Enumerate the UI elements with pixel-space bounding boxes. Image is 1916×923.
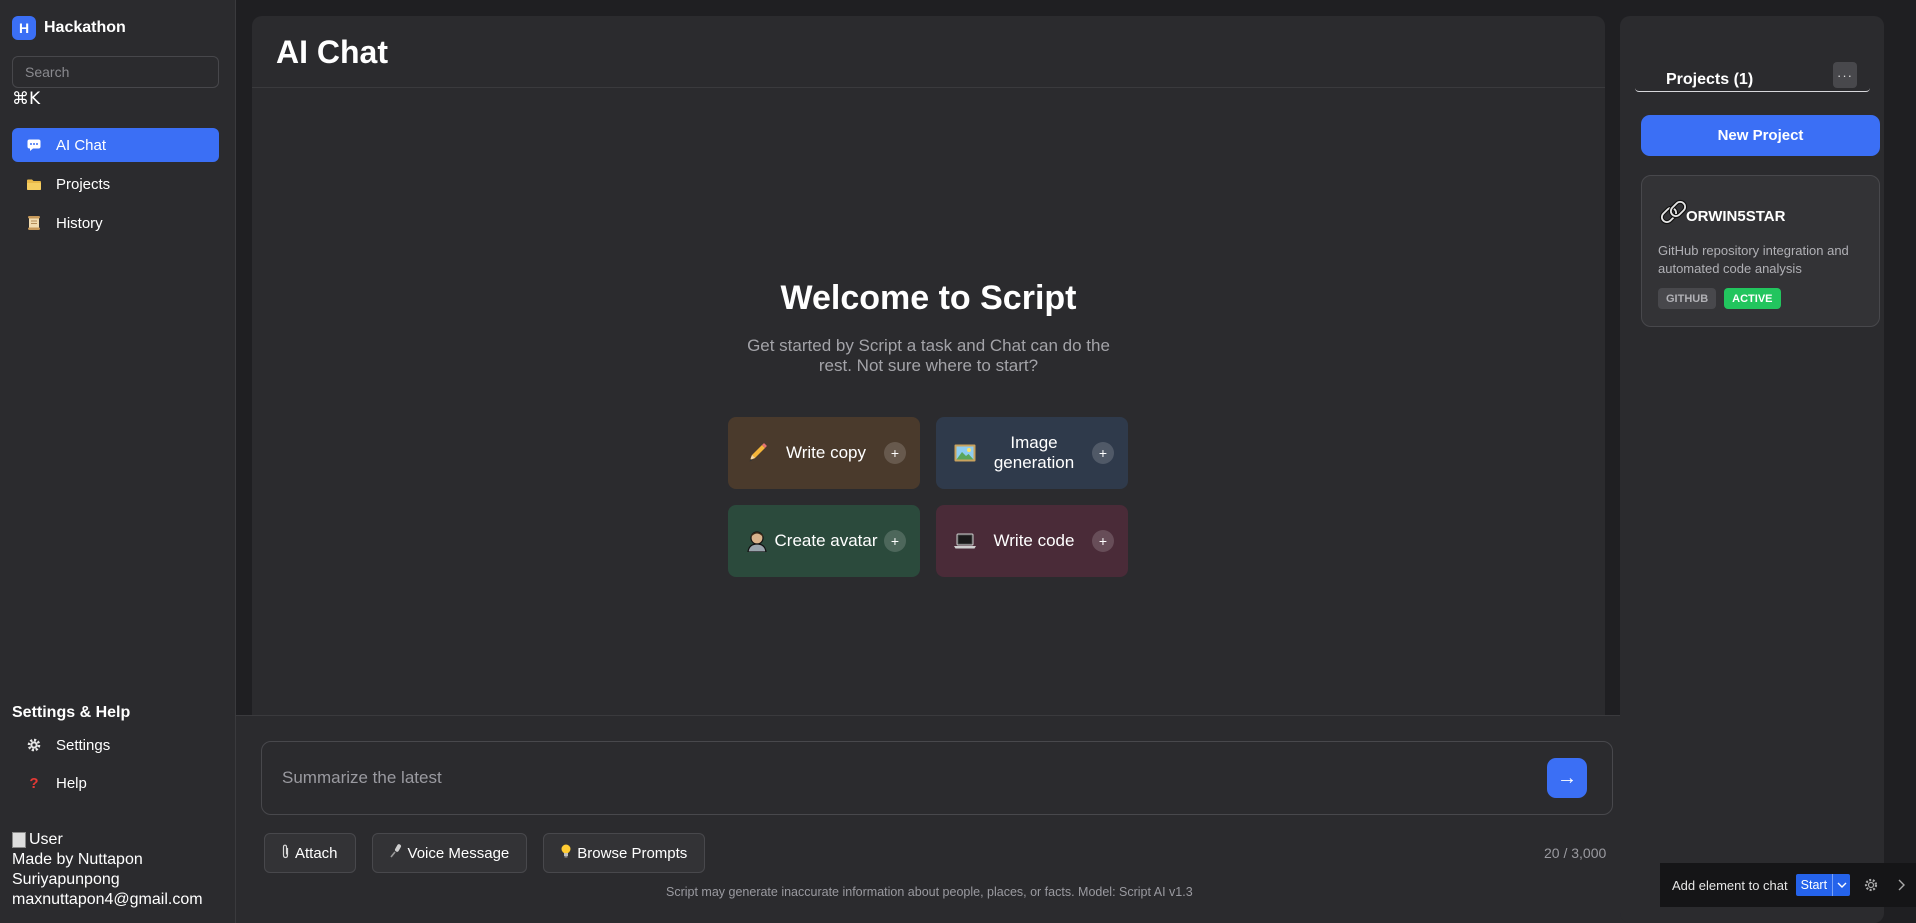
avatar-alt-text: User (29, 831, 63, 848)
message-input[interactable] (282, 766, 1482, 790)
project-name: ORWIN5STAR (1686, 208, 1786, 225)
chevron-down-icon[interactable] (1832, 874, 1850, 896)
plus-icon: + (884, 530, 906, 552)
folder-icon (26, 176, 42, 192)
card-label: Write copy (786, 443, 866, 462)
laptop-icon (954, 530, 976, 552)
sidebar-item-projects[interactable]: Projects (12, 167, 219, 201)
user-email: maxnuttapon4@gmail.com (12, 891, 203, 908)
plus-icon: + (1092, 442, 1114, 464)
character-counter: 20 / 3,000 (1544, 845, 1607, 861)
sidebar-item-settings[interactable]: Settings (12, 726, 219, 764)
page-title: AI Chat (276, 34, 388, 70)
card-image-generation[interactable]: Image generation + (936, 417, 1128, 489)
welcome-title: Welcome to Script (780, 279, 1077, 317)
project-tags: GITHUB ACTIVE (1658, 288, 1781, 309)
ellipsis-icon: ··· (1837, 67, 1853, 83)
card-label: Image generation (993, 433, 1075, 472)
chevron-right-icon[interactable] (1892, 876, 1910, 894)
broken-image-icon (12, 832, 26, 848)
project-card[interactable]: ORWIN5STAR GitHub repository integration… (1641, 175, 1880, 327)
message-composer: → (261, 741, 1613, 815)
chat-icon (26, 137, 42, 153)
browse-prompts-button[interactable]: Browse Prompts (543, 833, 706, 873)
card-write-code[interactable]: Write code + (936, 505, 1128, 577)
sidebar-item-help[interactable]: ? Help (12, 764, 219, 802)
voice-message-label: Voice Message (407, 844, 510, 862)
avatar: User (12, 830, 203, 850)
gear-icon[interactable] (1862, 876, 1880, 894)
new-project-button[interactable]: New Project (1641, 115, 1880, 156)
brand[interactable]: H Hackathon (12, 16, 126, 40)
composer-area: → Attach Voice Message Browse Prompts 20… (236, 715, 1636, 923)
settings-help-list: Settings ? Help (12, 726, 219, 802)
start-split-button[interactable]: Start (1795, 874, 1851, 896)
pencil-icon (746, 442, 768, 464)
search-shortcut-hint: ⌘K (12, 89, 41, 109)
main-header: AI Chat (252, 16, 1605, 88)
paperclip-icon (282, 844, 289, 863)
attach-button[interactable]: Attach (264, 833, 356, 873)
sidebar-item-ai-chat[interactable]: AI Chat (12, 128, 219, 162)
sidebar-item-label: AI Chat (56, 136, 107, 154)
project-name-row: ORWIN5STAR (1658, 198, 1785, 235)
voice-message-button[interactable]: Voice Message (371, 833, 528, 873)
brand-logo: H (12, 16, 36, 40)
sidebar-item-label: History (56, 214, 103, 232)
sidebar-item-label: Settings (56, 736, 111, 754)
card-label: Write code (993, 531, 1075, 550)
add-element-label: Add element to chat (1672, 877, 1788, 893)
welcome-section: Welcome to Script Get started by Script … (252, 279, 1605, 376)
chat-main: AI Chat Welcome to Script Get started by… (252, 16, 1605, 716)
picture-icon (954, 442, 976, 464)
more-options-button[interactable]: ··· (1833, 62, 1857, 88)
avatar-icon (746, 530, 768, 552)
sidebar: H Hackathon ⌘K AI Chat Projects History … (0, 0, 236, 923)
sidebar-nav: AI Chat Projects History (12, 128, 219, 245)
welcome-subtitle: Get started by Script a task and Chat ca… (747, 336, 1110, 375)
user-profile[interactable]: User Made by Nuttapon Suriyapunpong maxn… (12, 830, 203, 910)
projects-panel: Projects (1) ··· New Project ORWIN5STAR … (1620, 16, 1884, 923)
status-badge: ACTIVE (1724, 288, 1781, 309)
lightbulb-icon (561, 844, 571, 862)
add-element-toolbar: Add element to chat Start (1660, 863, 1916, 907)
plus-icon: + (1092, 530, 1114, 552)
card-write-copy[interactable]: Write copy + (728, 417, 920, 489)
sidebar-item-label: Help (56, 774, 87, 792)
user-surname: Suriyapunpong (12, 871, 120, 888)
user-made-by: Made by Nuttapon (12, 851, 143, 868)
browse-prompts-label: Browse Prompts (577, 844, 688, 862)
attach-label: Attach (295, 844, 338, 862)
card-create-avatar[interactable]: Create avatar + (728, 505, 920, 577)
scroll-icon (26, 215, 42, 231)
microphone-icon (389, 844, 402, 862)
card-label: Create avatar (774, 531, 878, 550)
search-input[interactable] (12, 56, 219, 88)
model-disclaimer: Script may generate inaccurate informati… (666, 885, 1193, 899)
question-icon: ? (29, 774, 39, 792)
composer-tools: Attach Voice Message Browse Prompts (264, 833, 706, 873)
projects-panel-title: Projects (1) (1666, 71, 1754, 88)
settings-help-heading: Settings & Help (12, 704, 131, 721)
brand-name: Hackathon (44, 19, 126, 36)
start-button[interactable]: Start (1796, 874, 1832, 896)
sidebar-item-label: Projects (56, 175, 111, 193)
sidebar-item-history[interactable]: History (12, 206, 219, 240)
projects-tab[interactable]: Projects (1) ··· (1635, 62, 1870, 92)
arrow-right-icon: → (1557, 766, 1577, 789)
plus-icon: + (884, 442, 906, 464)
project-description: GitHub repository integration and automa… (1658, 243, 1849, 276)
send-button[interactable]: → (1547, 758, 1587, 798)
tag-github: GITHUB (1658, 288, 1717, 309)
gear-icon (26, 737, 42, 753)
